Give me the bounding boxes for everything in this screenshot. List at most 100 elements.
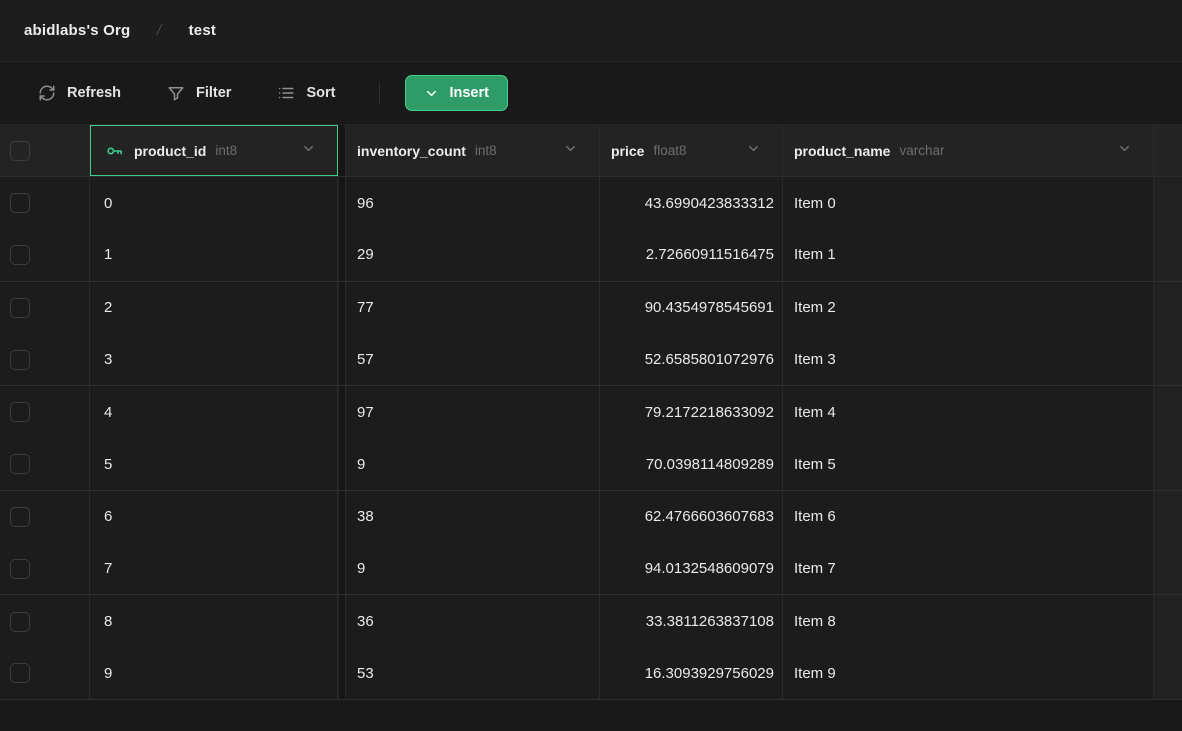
cell-product-id[interactable]: 3 — [90, 334, 338, 385]
row-checkbox[interactable] — [10, 350, 30, 370]
insert-button[interactable]: Insert — [405, 75, 508, 111]
table-row: 4 97 79.2172218633092 Item 4 — [0, 386, 1182, 438]
table-editor-app: abidlabs's Org / test Refresh Filter — [0, 0, 1182, 731]
cell-product-name[interactable]: Item 0 — [783, 177, 1154, 229]
cell-price[interactable]: 33.3811263837108 — [600, 595, 783, 647]
cell-product-id[interactable]: 2 — [90, 282, 338, 334]
column-header-product-name[interactable]: product_name varchar — [783, 125, 1154, 176]
cell-product-id[interactable]: 6 — [90, 491, 338, 543]
cell-product-name[interactable]: Item 7 — [783, 543, 1154, 594]
row-checkbox[interactable] — [10, 507, 30, 527]
grid-right-gutter — [1154, 595, 1182, 647]
frozen-column-divider — [338, 543, 346, 594]
row-checkbox[interactable] — [10, 402, 30, 422]
frozen-column-divider — [338, 229, 346, 280]
select-all-checkbox[interactable] — [10, 141, 30, 161]
row-checkbox[interactable] — [10, 612, 30, 632]
column-name: product_name — [794, 143, 890, 159]
toolbar-divider — [379, 82, 380, 104]
cell-price[interactable]: 16.3093929756029 — [600, 648, 783, 699]
cell-price[interactable]: 2.72660911516475 — [600, 229, 783, 280]
cell-product-id[interactable]: 5 — [90, 438, 338, 489]
cell-product-name[interactable]: Item 8 — [783, 595, 1154, 647]
row-checkbox[interactable] — [10, 663, 30, 683]
row-select-cell — [0, 491, 90, 543]
cell-inventory-count[interactable]: 96 — [346, 177, 600, 229]
cell-product-name[interactable]: Item 5 — [783, 438, 1154, 489]
cell-inventory-count[interactable]: 53 — [346, 648, 600, 699]
grid-right-gutter — [1154, 334, 1182, 385]
column-type: varchar — [899, 143, 944, 158]
filter-label: Filter — [196, 85, 231, 101]
cell-price[interactable]: 94.0132548609079 — [600, 543, 783, 594]
cell-product-id[interactable]: 7 — [90, 543, 338, 594]
cell-inventory-count[interactable]: 9 — [346, 438, 600, 489]
footer-bar — [0, 700, 1182, 731]
filter-button[interactable]: Filter — [167, 84, 231, 102]
refresh-button[interactable]: Refresh — [38, 84, 121, 102]
row-select-cell — [0, 177, 90, 229]
row-checkbox[interactable] — [10, 559, 30, 579]
cell-product-name[interactable]: Item 6 — [783, 491, 1154, 543]
column-header-inventory-count[interactable]: inventory_count int8 — [346, 125, 600, 176]
grid-right-gutter — [1154, 648, 1182, 699]
frozen-column-divider — [338, 125, 346, 176]
primary-key-icon — [105, 141, 125, 161]
cell-inventory-count[interactable]: 97 — [346, 386, 600, 438]
cell-product-name[interactable]: Item 3 — [783, 334, 1154, 385]
cell-inventory-count[interactable]: 38 — [346, 491, 600, 543]
breadcrumb-org[interactable]: abidlabs's Org — [24, 22, 130, 39]
breadcrumb-table[interactable]: test — [189, 22, 216, 39]
cell-price[interactable]: 79.2172218633092 — [600, 386, 783, 438]
sort-button[interactable]: Sort — [277, 84, 335, 102]
cell-inventory-count[interactable]: 57 — [346, 334, 600, 385]
cell-product-name[interactable]: Item 1 — [783, 229, 1154, 280]
cell-price[interactable]: 70.0398114809289 — [600, 438, 783, 489]
cell-product-id[interactable]: 8 — [90, 595, 338, 647]
cell-price[interactable]: 52.6585801072976 — [600, 334, 783, 385]
cell-price[interactable]: 62.4766603607683 — [600, 491, 783, 543]
row-checkbox[interactable] — [10, 454, 30, 474]
toolbar: Refresh Filter Sort — [0, 62, 1182, 125]
row-checkbox[interactable] — [10, 193, 30, 213]
table-row: 8 36 33.3811263837108 Item 8 — [0, 595, 1182, 647]
grid-right-gutter — [1154, 438, 1182, 489]
row-select-cell — [0, 595, 90, 647]
chevron-down-icon[interactable] — [746, 141, 761, 161]
table-row: 2 77 90.4354978545691 Item 2 — [0, 282, 1182, 334]
cell-product-id[interactable]: 9 — [90, 648, 338, 699]
cell-inventory-count[interactable]: 29 — [346, 229, 600, 280]
cell-inventory-count[interactable]: 9 — [346, 543, 600, 594]
row-select-cell — [0, 386, 90, 438]
table-row: 1 29 2.72660911516475 Item 1 — [0, 229, 1182, 281]
cell-product-name[interactable]: Item 2 — [783, 282, 1154, 334]
breadcrumb: abidlabs's Org / test — [0, 0, 1182, 62]
cell-price[interactable]: 90.4354978545691 — [600, 282, 783, 334]
chevron-down-icon[interactable] — [1117, 141, 1132, 161]
cell-price[interactable]: 43.6990423833312 — [600, 177, 783, 229]
cell-product-name[interactable]: Item 9 — [783, 648, 1154, 699]
frozen-column-divider — [338, 334, 346, 385]
grid-right-gutter — [1154, 229, 1182, 280]
column-header-price[interactable]: price float8 — [600, 125, 783, 176]
row-checkbox[interactable] — [10, 298, 30, 318]
cell-product-id[interactable]: 4 — [90, 386, 338, 438]
column-name: price — [611, 143, 644, 159]
frozen-column-divider — [338, 177, 346, 229]
grid-right-gutter — [1154, 125, 1182, 176]
sort-icon — [277, 84, 295, 102]
column-name: inventory_count — [357, 143, 466, 159]
cell-product-id[interactable]: 0 — [90, 177, 338, 229]
column-header-product-id[interactable]: product_id int8 — [90, 125, 338, 176]
table-row: 5 9 70.0398114809289 Item 5 — [0, 438, 1182, 490]
row-select-cell — [0, 282, 90, 334]
cell-product-name[interactable]: Item 4 — [783, 386, 1154, 438]
chevron-down-icon[interactable] — [301, 141, 316, 161]
frozen-column-divider — [338, 386, 346, 438]
sort-label: Sort — [306, 85, 335, 101]
cell-product-id[interactable]: 1 — [90, 229, 338, 280]
row-checkbox[interactable] — [10, 245, 30, 265]
cell-inventory-count[interactable]: 36 — [346, 595, 600, 647]
chevron-down-icon[interactable] — [563, 141, 578, 161]
cell-inventory-count[interactable]: 77 — [346, 282, 600, 334]
